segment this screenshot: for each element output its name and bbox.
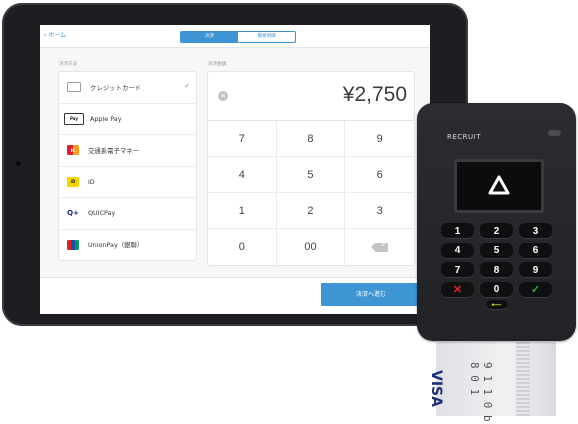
reader-key-6[interactable]: 6 xyxy=(519,242,552,259)
tab-simple-statement[interactable]: 簡易明細 xyxy=(238,32,295,42)
reader-key-5[interactable]: 5 xyxy=(480,242,513,259)
card-number: 9 1 1 0 b 8 0 1 xyxy=(468,362,494,422)
card-brand: VISA xyxy=(428,370,444,407)
key-0[interactable]: 0 xyxy=(208,229,277,265)
card-reader-device: RECRUIT 1 2 3 4 5 6 7 8 9 ✕ 0 ✓ ⟵ xyxy=(417,103,576,341)
reader-key-3[interactable]: 3 xyxy=(519,223,552,239)
key-1[interactable]: 1 xyxy=(208,193,277,229)
back-label: ホーム xyxy=(48,32,67,39)
credit-card-icon xyxy=(67,82,81,93)
reader-key-7[interactable]: 7 xyxy=(441,262,474,278)
reader-key-1[interactable]: 1 xyxy=(441,223,474,239)
proceed-to-payment-button[interactable]: 決済へ進む xyxy=(321,283,421,306)
method-label: Apple Pay xyxy=(90,114,122,123)
reader-cancel-button[interactable]: ✕ xyxy=(441,281,474,298)
reader-back-button[interactable]: ⟵ xyxy=(485,300,508,310)
footer-bar: 決済へ進む xyxy=(40,277,430,314)
chevron-left-icon: ‹ xyxy=(44,32,47,39)
method-label: クレジットカード xyxy=(90,83,142,92)
amount-panel: × ¥2,750 7 8 9 4 5 6 1 2 3 0 00 × xyxy=(207,71,415,266)
backspace-button[interactable]: × xyxy=(345,229,414,265)
reader-screen xyxy=(454,159,544,213)
method-credit-card[interactable]: クレジットカード ✓ xyxy=(59,72,196,104)
backspace-icon: × xyxy=(371,242,389,252)
reader-back-key-row: ⟵ xyxy=(480,300,513,310)
reader-brand: RECRUIT xyxy=(447,133,482,141)
key-3[interactable]: 3 xyxy=(345,193,414,229)
camera-icon xyxy=(16,161,21,166)
amount-section-label: 決済金額 xyxy=(208,62,226,67)
reader-confirm-button[interactable]: ✓ xyxy=(519,281,552,298)
unionpay-icon xyxy=(67,239,79,250)
keypad: 7 8 9 4 5 6 1 2 3 0 00 × xyxy=(208,121,414,265)
key-6[interactable]: 6 xyxy=(345,157,414,193)
method-label: 交通系電子マネー xyxy=(88,146,140,155)
amount-value: ¥2,750 xyxy=(342,83,407,106)
status-light-icon xyxy=(548,130,561,136)
reader-key-9[interactable]: 9 xyxy=(519,262,552,278)
key-8[interactable]: 8 xyxy=(276,121,346,157)
reader-key-0[interactable]: 0 xyxy=(480,281,513,298)
card-stripe xyxy=(516,342,530,416)
arrow-left-icon: ⟵ xyxy=(491,302,502,309)
payment-method-section-label: 決済方法 xyxy=(59,62,77,67)
reader-brand-logo: RECRUIT xyxy=(447,133,481,141)
key-2[interactable]: 2 xyxy=(276,193,346,229)
tablet-device: ‹ ホーム 決済 簡易明細 決済方法 決済金額 クレジットカード ✓ Pay A… xyxy=(2,3,468,326)
method-apple-pay[interactable]: Pay Apple Pay xyxy=(59,104,196,135)
reader-key-8[interactable]: 8 xyxy=(480,262,513,278)
reader-key-2[interactable]: 2 xyxy=(480,223,513,239)
key-5[interactable]: 5 xyxy=(276,157,346,193)
method-id[interactable]: iD iD xyxy=(59,167,196,198)
key-4[interactable]: 4 xyxy=(208,157,277,193)
checkmark-icon: ✓ xyxy=(184,82,190,90)
method-label: iD xyxy=(88,177,95,186)
confirm-check-icon: ✓ xyxy=(530,284,541,296)
reader-key-4[interactable]: 4 xyxy=(441,242,474,259)
method-label: QUICPay xyxy=(88,209,116,218)
clear-icon[interactable]: × xyxy=(218,91,228,101)
apple-pay-icon: Pay xyxy=(64,112,84,125)
method-quicpay[interactable]: Q+ QUICPay xyxy=(59,198,196,230)
amount-display: × ¥2,750 xyxy=(208,72,414,121)
payment-method-list: クレジットカード ✓ Pay Apple Pay IC 交通系電子マネー iD … xyxy=(58,71,197,261)
key-9[interactable]: 9 xyxy=(345,121,414,157)
cancel-x-icon: ✕ xyxy=(452,284,463,296)
segmented-control: 決済 簡易明細 xyxy=(180,31,296,43)
back-button[interactable]: ‹ ホーム xyxy=(44,30,66,39)
reader-keypad: 1 2 3 4 5 6 7 8 9 ✕ 0 ✓ ⟵ xyxy=(441,223,553,310)
transit-ic-icon: IC xyxy=(67,145,79,156)
quicpay-icon: Q+ xyxy=(67,209,79,218)
tablet-screen: ‹ ホーム 決済 簡易明細 決済方法 決済金額 クレジットカード ✓ Pay A… xyxy=(40,25,430,314)
method-label: UnionPay（銀聯） xyxy=(88,241,144,250)
top-bar: ‹ ホーム 決済 簡易明細 xyxy=(40,25,430,48)
method-unionpay[interactable]: UnionPay（銀聯） xyxy=(59,230,196,261)
method-transit-ic[interactable]: IC 交通系電子マネー xyxy=(59,135,196,167)
credit-card-image: VISA 9 1 1 0 b 8 0 1 xyxy=(428,342,556,422)
id-icon: iD xyxy=(67,176,79,187)
tab-payment[interactable]: 決済 xyxy=(181,32,238,42)
key-7[interactable]: 7 xyxy=(208,121,277,157)
reader-key-0-label: 0 xyxy=(493,284,500,295)
triangle-logo-icon xyxy=(488,175,510,195)
key-00[interactable]: 00 xyxy=(277,229,346,265)
